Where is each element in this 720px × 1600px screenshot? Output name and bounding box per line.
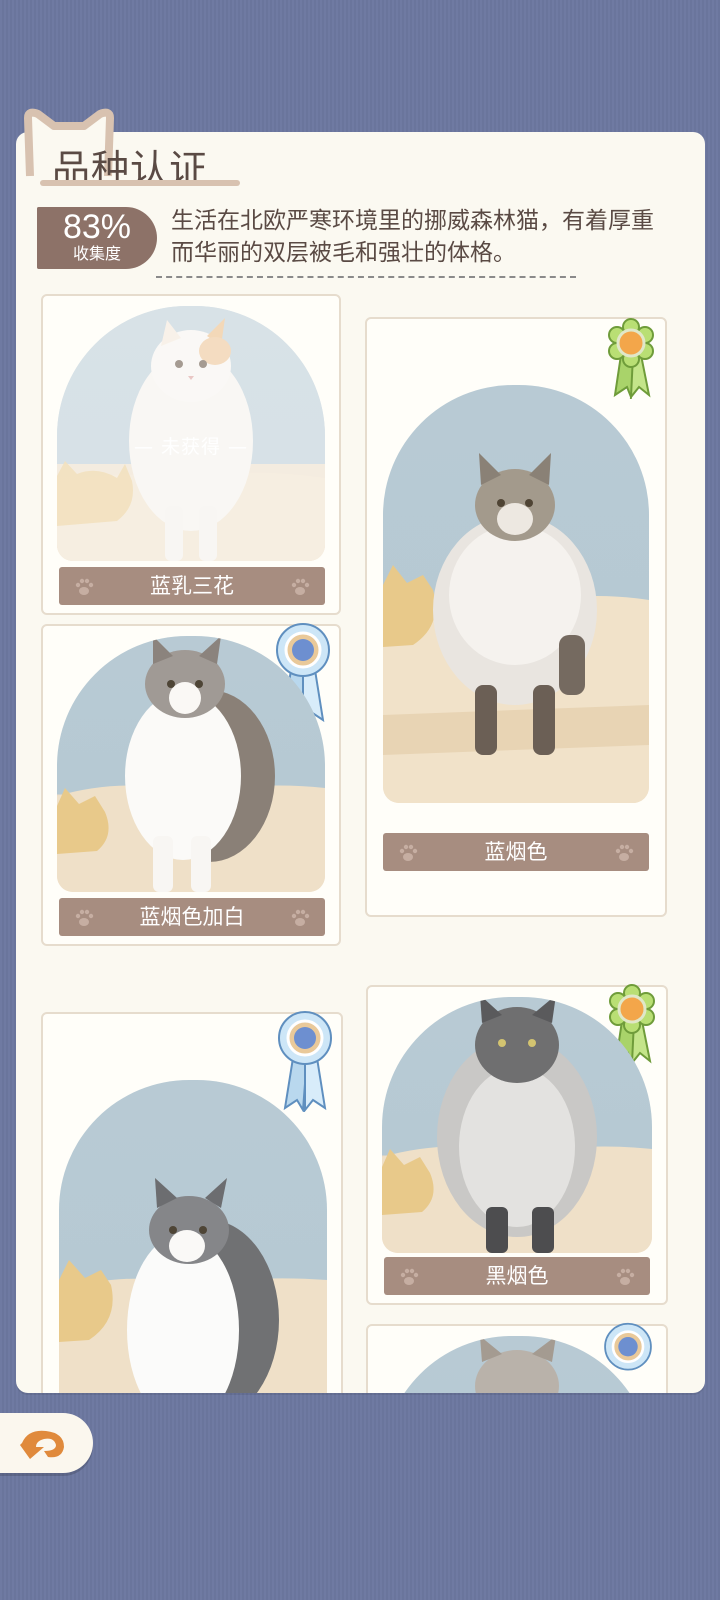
collection-percent: 83% bbox=[62, 208, 132, 246]
paw-icon bbox=[291, 578, 310, 595]
collection-label: 收集度 bbox=[72, 244, 121, 263]
paw-icon bbox=[400, 1268, 419, 1285]
variant-card-blue-smoke[interactable]: 蓝烟色 bbox=[365, 317, 667, 917]
back-arrow-icon bbox=[20, 1430, 64, 1459]
title-underline bbox=[40, 180, 240, 186]
variant-nameplate: 黑烟色 bbox=[384, 1257, 650, 1295]
variant-name: 蓝乳三花 bbox=[150, 574, 234, 598]
variant-card-black-smoke[interactable]: 黑烟色 bbox=[366, 984, 668, 1305]
paw-icon bbox=[75, 578, 94, 595]
variant-nameplate: 蓝烟色 bbox=[383, 833, 649, 871]
paw-icon bbox=[616, 1268, 635, 1285]
cat-portrait: — 未获得 — bbox=[57, 306, 325, 561]
paw-icon bbox=[399, 844, 418, 861]
scene-background bbox=[382, 997, 652, 1253]
variant-card-gray-white[interactable] bbox=[41, 1011, 343, 1393]
paw-icon bbox=[615, 844, 634, 861]
scene-background bbox=[57, 636, 325, 892]
paw-icon bbox=[291, 909, 310, 926]
collection-badge: 83% 收集度 bbox=[37, 207, 157, 269]
variant-name: 蓝烟色 bbox=[484, 840, 548, 864]
variant-nameplate: 蓝乳三花 bbox=[59, 567, 325, 605]
page-title-block: 品种认证 bbox=[18, 108, 240, 191]
cat-portrait bbox=[57, 636, 325, 892]
cat-portrait bbox=[59, 1080, 327, 1393]
paw-icon bbox=[75, 909, 94, 926]
divider bbox=[156, 276, 576, 278]
cat-portrait bbox=[383, 385, 649, 803]
variant-name: 蓝烟色加白 bbox=[139, 905, 245, 929]
variant-card-blue-cream-calico[interactable]: — 未获得 — 蓝乳三花 bbox=[41, 294, 341, 615]
scene-background bbox=[475, 1336, 559, 1393]
cat-portrait bbox=[382, 1336, 652, 1393]
variant-card-blue-smoke-white[interactable]: 蓝烟色加白 bbox=[41, 623, 341, 946]
scene-background bbox=[383, 453, 649, 803]
back-button[interactable] bbox=[0, 1413, 93, 1473]
variant-nameplate: 蓝烟色加白 bbox=[59, 898, 325, 936]
variant-name: 黑烟色 bbox=[485, 1264, 549, 1288]
variant-card-partial[interactable] bbox=[366, 1322, 668, 1393]
breed-description: 生活在北欧严寒环境里的挪威森林猫，有着厚重而华丽的双层被毛和强壮的体格。 bbox=[171, 208, 654, 266]
scene-background bbox=[59, 1178, 327, 1393]
not-obtained-label: — 未获得 — bbox=[133, 436, 249, 458]
cat-portrait bbox=[382, 997, 652, 1253]
breed-panel: 83% 收集度 生活在北欧严寒环境里的挪威森林猫，有着厚重而华丽的双层被毛和强壮… bbox=[16, 132, 705, 1393]
